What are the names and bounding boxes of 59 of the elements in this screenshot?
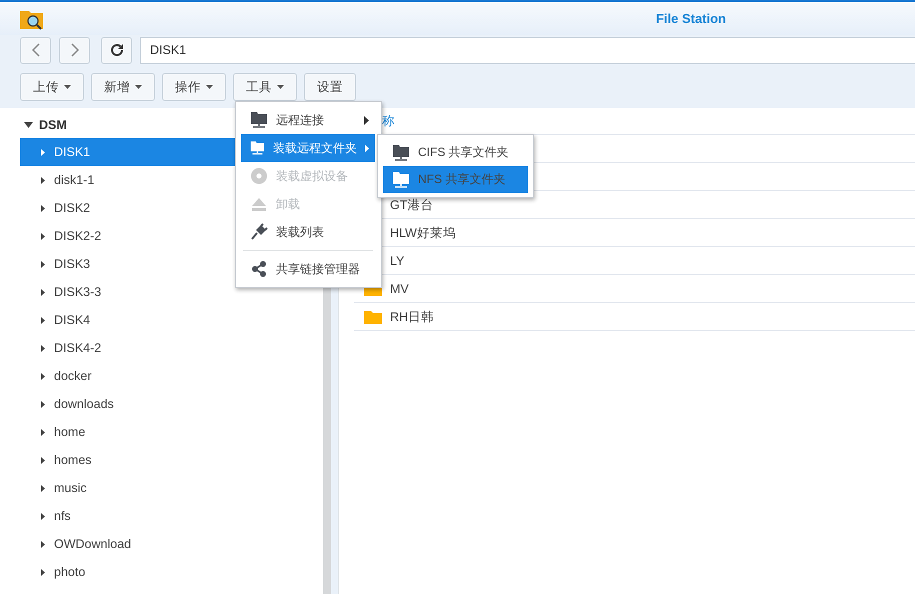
toolbar-button[interactable]: 新增 <box>91 73 155 101</box>
caret-icon <box>135 85 142 89</box>
network-folder-icon <box>250 139 265 157</box>
collapsed-caret-icon <box>41 148 45 156</box>
file-row[interactable]: RH日韩 <box>354 303 915 331</box>
collapsed-caret-icon <box>41 316 45 324</box>
collapsed-caret-icon <box>41 372 45 380</box>
column-header[interactable]: 称 <box>382 112 395 130</box>
network-folder-icon <box>392 170 410 188</box>
collapsed-caret-icon <box>41 288 45 296</box>
tree-item[interactable]: DISK4-2 <box>20 334 323 362</box>
collapsed-caret-icon <box>41 344 45 352</box>
plug-icon <box>250 223 268 241</box>
window-title: File Station <box>654 11 727 26</box>
collapsed-caret-icon <box>41 540 45 548</box>
toolbar-button[interactable]: 工具 <box>233 73 297 101</box>
network-folder-icon <box>250 111 268 129</box>
tree-item[interactable]: downloads <box>20 390 323 418</box>
tree-item[interactable]: DISK4 <box>20 306 323 334</box>
tree-item[interactable]: photo <box>20 558 323 586</box>
caret-icon <box>206 85 213 89</box>
menu-item[interactable]: 远程连接 <box>241 106 375 134</box>
submenu-arrow-icon <box>364 116 369 124</box>
collapsed-caret-icon <box>41 232 45 240</box>
collapsed-caret-icon <box>41 568 45 576</box>
tree-item[interactable]: music <box>20 474 323 502</box>
collapsed-caret-icon <box>41 456 45 464</box>
forward-button[interactable] <box>59 36 90 64</box>
toolbar-button[interactable]: 设置 <box>304 73 356 101</box>
collapsed-caret-icon <box>41 400 45 408</box>
tree-item[interactable]: home <box>20 418 323 446</box>
back-button[interactable] <box>20 36 51 64</box>
tree-item[interactable]: homes <box>20 446 323 474</box>
collapsed-caret-icon <box>41 484 45 492</box>
caret-icon <box>64 85 71 89</box>
toolbar-button[interactable]: 上传 <box>20 73 84 101</box>
share-icon <box>250 260 268 278</box>
tree-root-label: DSM <box>39 118 67 132</box>
tree-item[interactable]: docker <box>20 362 323 390</box>
folder-icon <box>364 310 382 324</box>
collapsed-caret-icon <box>41 512 45 520</box>
collapsed-caret-icon <box>41 204 45 212</box>
refresh-icon <box>110 43 124 57</box>
submenu-arrow-icon <box>364 144 369 152</box>
tree-item[interactable]: nfs <box>20 502 323 530</box>
collapsed-caret-icon <box>41 428 45 436</box>
disc-icon <box>250 167 268 185</box>
path-field[interactable]: DISK1 <box>140 36 915 64</box>
menu-item[interactable]: 装载远程文件夹 <box>241 134 375 162</box>
refresh-button[interactable] <box>101 36 132 64</box>
caret-icon <box>277 85 284 89</box>
network-folder-icon <box>392 144 410 162</box>
menu-item[interactable]: CIFS 共享文件夹 <box>383 139 528 166</box>
tree-item[interactable]: OWDownload <box>20 530 323 558</box>
toolbar-button[interactable]: 操作 <box>162 73 226 101</box>
collapsed-caret-icon <box>41 260 45 268</box>
collapsed-caret-icon <box>41 176 45 184</box>
back-icon <box>32 43 40 57</box>
forward-icon <box>70 43 78 57</box>
